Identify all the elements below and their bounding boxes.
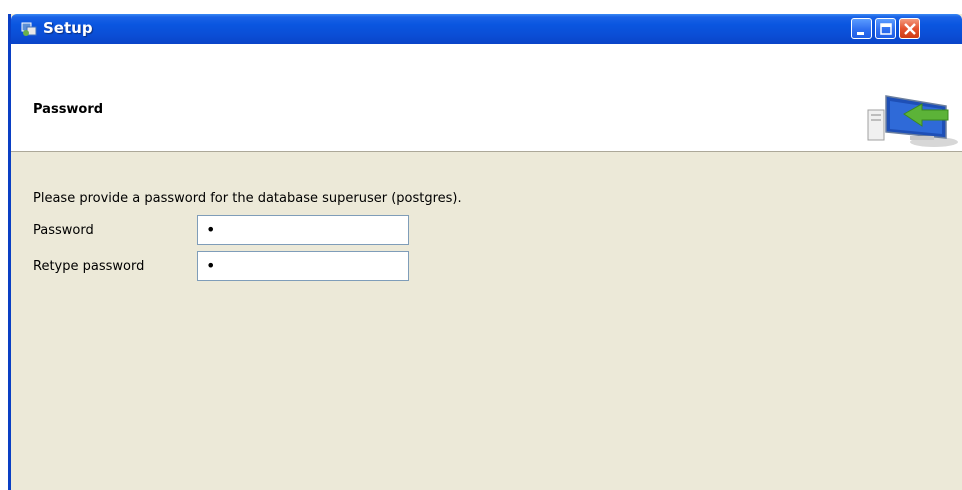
close-button[interactable]	[899, 18, 920, 39]
maximize-icon	[880, 23, 892, 35]
wizard-body: Please provide a password for the databa…	[11, 152, 962, 490]
title-bar[interactable]: Setup	[11, 14, 962, 44]
window-title: Setup	[43, 19, 93, 37]
minimize-icon	[857, 32, 864, 35]
instructions-text: Please provide a password for the databa…	[33, 191, 462, 206]
setup-app-icon	[21, 22, 37, 36]
retype-password-input[interactable]: •	[197, 251, 409, 281]
password-input[interactable]: •	[197, 215, 409, 245]
close-icon	[904, 23, 916, 35]
maximize-button[interactable]	[875, 18, 896, 39]
retype-password-label: Retype password	[33, 259, 145, 274]
page-title: Password	[33, 102, 104, 117]
password-label: Password	[33, 223, 94, 238]
minimize-button[interactable]	[851, 18, 872, 39]
setup-window: Setup Password Please provide a password…	[8, 14, 962, 490]
wizard-header: Password	[11, 44, 962, 152]
computer-install-arrow-icon	[867, 95, 958, 147]
